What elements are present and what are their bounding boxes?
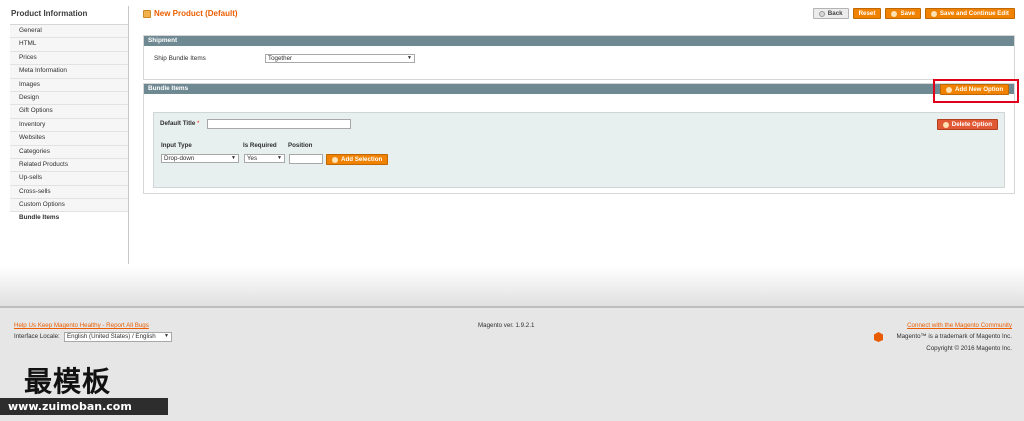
is-required-value: Yes — [247, 155, 258, 162]
sidebar-item-images[interactable]: Images — [10, 78, 128, 92]
chevron-down-icon: ▼ — [231, 155, 236, 161]
magento-version: Magento ver. 1.9.2.1 — [478, 322, 535, 329]
default-title-label: Default Title * — [160, 120, 199, 127]
chevron-down-icon: ▼ — [407, 55, 412, 61]
default-title-input[interactable] — [207, 119, 351, 129]
bundle-items-section-body: Default Title * Delete Option Input Type… — [144, 94, 1014, 193]
magento-logo-icon — [874, 332, 883, 342]
shipment-section: Shipment Ship Bundle Items Together ▼ — [143, 35, 1015, 80]
input-type-select[interactable]: Drop-down ▼ — [161, 154, 239, 163]
bundle-items-title: Bundle Items — [148, 85, 189, 92]
main-content: New Product (Default) Back Reset Save Sa… — [143, 6, 1015, 194]
add-selection-label: Add Selection — [341, 155, 383, 163]
sidebar-item-related-products[interactable]: Related Products — [10, 158, 128, 173]
sidebar-item-meta-information[interactable]: Meta Information — [10, 65, 128, 79]
back-arrow-icon — [818, 10, 825, 17]
required-mark: * — [197, 120, 200, 127]
delete-icon — [942, 121, 949, 128]
product-icon — [143, 9, 151, 18]
watermark-brand: 最模板 — [24, 365, 112, 398]
ship-bundle-items-label: Ship Bundle Items — [154, 55, 206, 62]
ship-bundle-items-select[interactable]: Together ▼ — [265, 54, 415, 63]
bundle-option-box: Default Title * Delete Option Input Type… — [153, 112, 1005, 188]
add-icon — [332, 156, 338, 163]
save-and-continue-button[interactable]: Save and Continue Edit — [924, 8, 1015, 19]
ship-bundle-items-value: Together — [268, 55, 293, 62]
save-continue-icon — [930, 10, 937, 17]
watermark-url: www.zuimoban.com — [0, 398, 168, 415]
sidebar-item-categories[interactable]: Categories — [10, 145, 128, 159]
sidebar-item-websites[interactable]: Websites — [10, 132, 128, 146]
sidebar-item-html[interactable]: HTML — [10, 38, 128, 52]
shipment-section-body: Ship Bundle Items Together ▼ — [144, 46, 1014, 79]
is-required-select[interactable]: Yes ▼ — [244, 154, 285, 163]
sidebar-tab-list: General HTML Prices Meta Information Ima… — [10, 24, 128, 226]
bundle-items-section: Bundle Items Default Title * Delete Opti… — [143, 83, 1015, 194]
sidebar-item-bundle-items[interactable]: Bundle Items — [10, 212, 128, 226]
bundle-items-section-header: Bundle Items — [144, 84, 1014, 94]
delete-option-button[interactable]: Delete Option — [936, 119, 998, 130]
position-input[interactable] — [289, 154, 323, 164]
magento-community-link[interactable]: Connect with the Magento Community — [907, 322, 1012, 329]
trademark-text: Magento™ is a trademark of Magento Inc. — [896, 333, 1012, 340]
position-label: Position — [288, 142, 313, 149]
chevron-down-icon: ▼ — [277, 155, 282, 161]
save-icon — [891, 10, 898, 17]
sidebar-item-cross-sells[interactable]: Cross-sells — [10, 185, 128, 200]
input-type-value: Drop-down — [164, 155, 195, 162]
sidebar-item-gift-options[interactable]: Gift Options — [10, 105, 128, 119]
copyright-text: Copyright © 2016 Magento Inc. — [926, 345, 1012, 352]
sidebar-title: Product Information — [11, 9, 88, 18]
reset-button-label: Reset — [858, 9, 876, 17]
report-bugs-link[interactable]: Help Us Keep Magento Healthy - Report Al… — [14, 322, 149, 329]
save-and-continue-label: Save and Continue Edit — [939, 9, 1009, 17]
page-title-text: New Product (Default) — [154, 9, 238, 18]
save-button-label: Save — [900, 9, 915, 17]
save-button[interactable]: Save — [885, 8, 921, 19]
interface-locale-value: English (United States) / English — [67, 333, 156, 340]
shipment-section-header: Shipment — [144, 36, 1014, 46]
sidebar-item-inventory[interactable]: Inventory — [10, 118, 128, 133]
reset-button[interactable]: Reset — [852, 8, 882, 19]
back-button-label: Back — [827, 9, 843, 17]
page-header: New Product (Default) Back Reset Save Sa… — [143, 6, 1015, 22]
default-title-label-text: Default Title — [160, 120, 196, 127]
highlight-box — [933, 79, 1019, 103]
back-button[interactable]: Back — [812, 8, 849, 19]
sidebar-item-prices[interactable]: Prices — [10, 51, 128, 66]
sidebar-item-general[interactable]: General — [10, 25, 128, 39]
delete-option-label: Delete Option — [951, 120, 992, 128]
input-type-label: Input Type — [161, 142, 192, 149]
header-button-row: Back Reset Save Save and Continue Edit — [812, 8, 1015, 19]
sidebar-item-custom-options[interactable]: Custom Options — [10, 199, 128, 213]
product-tabs-sidebar: Product Information General HTML Prices … — [10, 6, 129, 264]
interface-locale-label: Interface Locale: — [14, 333, 60, 340]
add-selection-button[interactable]: Add Selection — [326, 154, 389, 165]
sidebar-item-up-sells[interactable]: Up-sells — [10, 172, 128, 186]
chevron-down-icon: ▼ — [164, 333, 169, 339]
footer-fade — [0, 266, 1024, 306]
sidebar-item-design[interactable]: Design — [10, 91, 128, 106]
interface-locale-select[interactable]: English (United States) / English ▼ — [64, 332, 172, 342]
is-required-label: Is Required — [243, 142, 277, 149]
page-title: New Product (Default) — [143, 9, 238, 18]
